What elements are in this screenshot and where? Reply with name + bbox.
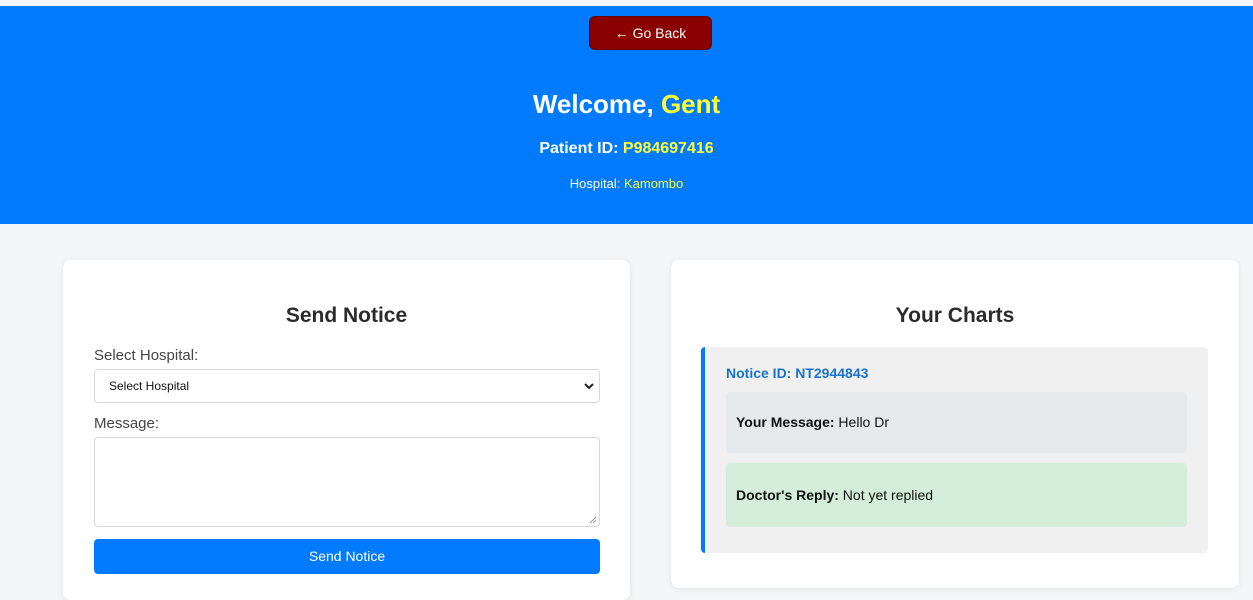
your-message-text: Hello Dr bbox=[834, 414, 890, 430]
send-notice-card: Send Notice Select Hospital: Select Hosp… bbox=[63, 260, 630, 600]
send-notice-title: Send Notice bbox=[285, 304, 408, 327]
your-message-label: Your Message: bbox=[736, 414, 835, 430]
resize-handle-icon[interactable] bbox=[589, 516, 597, 524]
send-notice-button[interactable]: Send Notice bbox=[94, 539, 600, 574]
hospital-label: Hospital: bbox=[569, 176, 624, 191]
patient-id-line: Patient ID: P984697416 bbox=[0, 139, 1253, 159]
doctor-reply-box: Doctor's Reply: Not yet replied bbox=[726, 463, 1187, 527]
patient-id-value: P984697416 bbox=[622, 140, 714, 157]
patient-id-label: Patient ID: bbox=[539, 140, 623, 157]
your-charts-card: Your Charts Notice ID: NT2944843 Your Me… bbox=[671, 260, 1239, 588]
page-header: ← Go Back Welcome, Gent Patient ID: P984… bbox=[0, 6, 1253, 224]
message-label: Message: bbox=[94, 415, 160, 432]
notice-item: Notice ID: NT2944843 Your Message: Hello… bbox=[701, 347, 1208, 553]
go-back-button[interactable]: ← Go Back bbox=[589, 16, 712, 50]
select-hospital-label: Select Hospital: bbox=[94, 347, 199, 364]
message-textarea[interactable] bbox=[94, 437, 600, 527]
hospital-select-value: Select Hospital bbox=[109, 379, 190, 393]
welcome-prefix: Welcome, bbox=[532, 89, 661, 119]
doctor-reply-text: Not yet replied bbox=[838, 487, 934, 503]
hospital-name: Kamombo bbox=[623, 176, 684, 191]
user-name: Gent bbox=[660, 89, 721, 119]
notice-id: Notice ID: NT2944843 bbox=[726, 365, 869, 381]
your-message-box: Your Message: Hello Dr bbox=[726, 392, 1187, 453]
hospital-line: Hospital: Kamombo bbox=[0, 175, 1253, 193]
chevron-down-icon bbox=[584, 383, 594, 390]
doctor-reply-label: Doctor's Reply: bbox=[736, 487, 839, 503]
your-charts-title: Your Charts bbox=[895, 304, 1015, 327]
welcome-heading: Welcome, Gent bbox=[0, 88, 1253, 120]
hospital-select[interactable]: Select Hospital bbox=[94, 369, 600, 403]
